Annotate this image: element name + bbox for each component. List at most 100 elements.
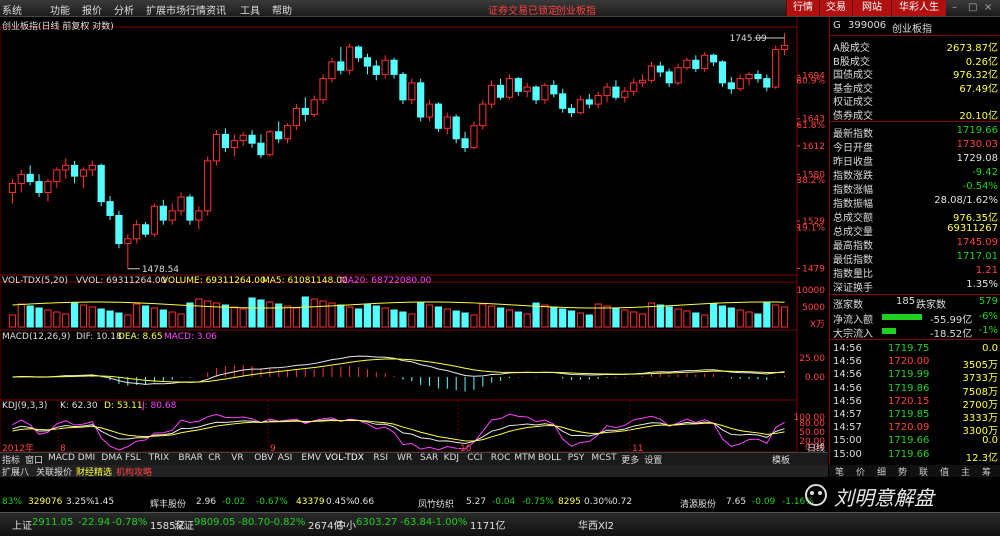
menu-item-news[interactable]: 资讯 [206, 2, 226, 17]
volume-bar [718, 305, 727, 328]
indicator-tab[interactable]: FSL [125, 453, 141, 463]
indicator-tab[interactable]: DMA [101, 453, 122, 463]
market-button[interactable]: 行情 [786, 0, 819, 16]
indicator-tab[interactable]: VOL-TDX [325, 453, 364, 463]
indicator-tab[interactable]: MTM [514, 453, 535, 463]
indicator-tab[interactable]: BOLL [538, 453, 561, 463]
chart-area[interactable]: 1694 80.9% 1643 61.8% 1612 1580 38.2% 1529 19.1%… [0, 17, 828, 465]
candle-body [567, 107, 576, 114]
flow-percent: -1% [978, 325, 998, 336]
current-index-name: 创业板指 [556, 6, 596, 17]
indicator-tab[interactable]: OBV [254, 453, 273, 463]
volume-bar [168, 311, 176, 328]
status-item: 9809.05 [194, 517, 236, 528]
indicator-tab[interactable]: SAR [420, 453, 438, 463]
candle-body [70, 164, 79, 177]
minimize-icon[interactable]: – [952, 2, 957, 13]
quote-row-value: -0.54% [962, 181, 998, 192]
candle-body [159, 205, 167, 221]
volume-bar [780, 306, 789, 328]
indicator-tab[interactable]: EMV [301, 453, 321, 463]
indicator-tab[interactable]: KDJ [444, 453, 460, 463]
ticker-item: -0.09 [752, 497, 776, 507]
candle-body [452, 116, 460, 140]
status-item: -63.84 [400, 517, 433, 528]
tick-row: 15:00 1719.66 12.3亿 [830, 449, 1000, 464]
turnover-row-label: 债券成交 [833, 110, 873, 122]
indicator-tab[interactable]: CR [208, 453, 221, 463]
candle-body [257, 142, 265, 156]
menu-item-quote[interactable]: 报价 [82, 2, 102, 17]
chart-title: 创业板指(日线 前复权 对数) [2, 22, 114, 32]
side-tab[interactable]: 势 [898, 465, 907, 478]
indicator-tab[interactable]: PSY [568, 453, 585, 463]
indicator-tab[interactable]: DMI [78, 453, 95, 463]
volume-bar [630, 311, 638, 328]
tick-time: 14:56 [833, 356, 862, 368]
candle-body [62, 164, 70, 171]
volume-bar [763, 302, 771, 328]
candle-body [399, 73, 407, 101]
indicator-tab[interactable]: MACD [48, 453, 75, 463]
trade-button[interactable]: 交易 [819, 0, 852, 16]
indicator-tab[interactable]: WR [397, 453, 412, 463]
side-tab[interactable]: 值 [940, 465, 949, 478]
side-tab[interactable]: 细 [877, 465, 886, 478]
menu-item-extended-market[interactable]: 扩展市场行情 [146, 2, 206, 17]
volume-bar [292, 307, 301, 328]
side-tab[interactable]: 联 [919, 465, 928, 478]
maximize-icon[interactable]: □ [968, 2, 977, 13]
ticker-item: 5.27 [466, 497, 487, 507]
indicator-tab[interactable]: TRIX [149, 453, 170, 463]
close-icon[interactable]: × [984, 2, 992, 13]
indicator-tab[interactable]: CCI [467, 453, 482, 463]
volume-bar [381, 307, 389, 328]
volume-bar [159, 309, 167, 328]
menu-item-system[interactable]: 系统 [2, 2, 22, 17]
candle-body [665, 71, 673, 84]
subtab-related-quote[interactable]: 关联报价 [36, 465, 72, 478]
candle-body [390, 59, 398, 75]
volume-bar [363, 303, 372, 328]
indicator-tab[interactable]: ROC [491, 453, 511, 463]
huacai-button[interactable]: 华彩人生 [891, 0, 946, 16]
website-button[interactable]: 网站 [852, 0, 891, 16]
indicator-tab[interactable]: BRAR [178, 453, 202, 463]
quote-row: 总成交量 69311267 [830, 223, 1000, 238]
indicator-tab[interactable]: MCST [591, 453, 616, 463]
volume-bar [141, 305, 150, 328]
menu-item-help[interactable]: 帮助 [272, 2, 292, 17]
candle-body [408, 82, 416, 101]
menu-item-tools[interactable]: 工具 [240, 2, 260, 17]
x-axis-label: 9 [270, 444, 276, 452]
side-tab[interactable]: 筹 [982, 465, 991, 478]
candle-body [337, 61, 345, 71]
subtab-ext8[interactable]: 扩展八 [2, 465, 29, 478]
volume-bar [496, 307, 505, 328]
volume-bar [8, 314, 17, 328]
quote-row-label: 今日开盘 [833, 143, 873, 154]
quote-row: 指数量比 1.21 [830, 265, 1000, 280]
quote-row-label: 指数量比 [833, 269, 873, 280]
tick-row: 14:57 1719.85 3333万 [830, 409, 1000, 424]
side-tab[interactable]: 笔 [835, 465, 844, 478]
candle-body [230, 140, 238, 149]
flow-value: -55.99亿 [930, 315, 973, 326]
menu-item-function[interactable]: 功能 [50, 2, 70, 17]
candle-body [718, 61, 727, 84]
turnover-row: B股成交 0.26亿 [830, 53, 1000, 68]
side-tab[interactable]: 价 [856, 465, 865, 478]
tick-time: 14:56 [833, 369, 862, 381]
ticker-item: 凤竹纺织 [418, 500, 455, 510]
menu-item-analysis[interactable]: 分析 [114, 2, 134, 17]
indicator-tab[interactable]: ASI [278, 453, 293, 463]
candle-body [26, 173, 34, 183]
subtab-finance-picks[interactable]: 财经精选 [76, 465, 112, 478]
indicator-tab[interactable]: VR [231, 453, 243, 463]
side-tab[interactable]: 主 [961, 465, 970, 478]
subtab-institution-strategy[interactable]: 机构攻略 [116, 465, 152, 478]
kline-chart[interactable]: 169480.9%164361.8%1612158038.2%152919.1%… [0, 17, 828, 452]
indicator-tab[interactable]: RSI [373, 453, 388, 463]
flow-row: 大宗流入 -18.52亿 -1% [830, 325, 1000, 340]
volume-bar [115, 312, 123, 328]
